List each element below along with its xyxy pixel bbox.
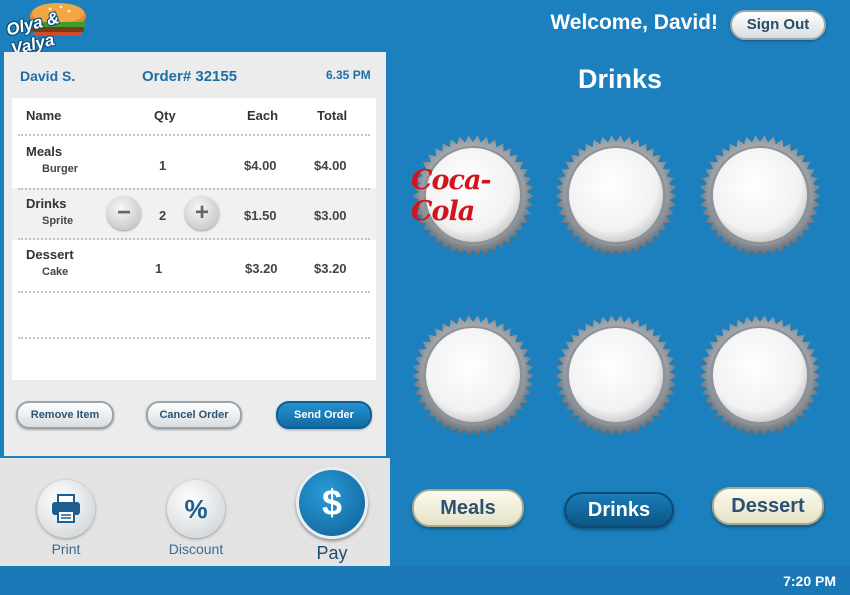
order-number: Order# 32155 [142, 68, 238, 85]
table-row[interactable]: Meals Burger 1 $4.00 $4.00 [12, 136, 376, 188]
category-drinks-button[interactable]: Drinks [564, 492, 674, 528]
column-header-name: Name [26, 108, 62, 123]
bottle-cap-icon [699, 315, 821, 437]
print-label: Print [51, 541, 81, 557]
row-total: $4.00 [314, 158, 347, 173]
bottle-cap-icon [699, 135, 821, 257]
row-qty: 2 [159, 208, 167, 223]
order-panel: David S. Order# 32155 6.35 PM Name Qty E… [4, 52, 386, 456]
send-order-button[interactable]: Send Order [276, 401, 372, 429]
column-header-qty: Qty [154, 108, 176, 123]
bottle-cap-icon [555, 135, 677, 257]
drink-cap[interactable] [698, 134, 822, 258]
table-row[interactable]: Dessert Cake 1 $3.20 $3.20 [12, 241, 376, 293]
status-bar: 7:20 PM [0, 566, 850, 595]
panel-title: Drinks [577, 64, 663, 94]
bottle-cap-icon [555, 315, 677, 437]
row-qty: 1 [155, 261, 163, 276]
drink-cap[interactable] [411, 314, 535, 438]
row-total: $3.00 [314, 208, 347, 223]
plus-icon: + [194, 199, 209, 226]
row-item: Sprite [42, 215, 74, 227]
discount-button[interactable]: % Discount [160, 480, 232, 557]
drink-cap[interactable] [554, 134, 678, 258]
row-category: Meals [26, 144, 63, 159]
row-each: $1.50 [244, 208, 277, 223]
drink-cap-coca-cola[interactable]: Coca-Cola [411, 134, 535, 258]
coca-cola-logo: Coca-Cola [411, 165, 492, 227]
row-item: Cake [42, 266, 69, 278]
row-each: $3.20 [245, 261, 278, 276]
print-button[interactable]: Print [35, 480, 97, 557]
order-time: 6.35 PM [326, 68, 371, 82]
row-item: Burger [42, 163, 79, 175]
column-header-total: Total [317, 108, 348, 123]
clock: 7:20 PM [783, 573, 836, 589]
drink-cap[interactable] [698, 314, 822, 438]
printer-icon [52, 494, 80, 523]
category-meals-button[interactable]: Meals [412, 489, 524, 527]
decrease-qty-button[interactable]: − [107, 196, 141, 230]
row-each: $4.00 [244, 158, 277, 173]
table-row[interactable]: Drinks Sprite − 2 + $1.50 $3.00 [12, 188, 376, 240]
divider [18, 291, 370, 293]
welcome-message: Welcome, David! [550, 11, 718, 34]
remove-item-button[interactable]: Remove Item [16, 401, 114, 429]
app-header: Olya & Valya Welcome, David! Sign Out [0, 0, 850, 59]
category-dessert-button[interactable]: Dessert [712, 487, 824, 525]
customer-name: David S. [20, 68, 76, 84]
divider [18, 337, 370, 339]
pay-button[interactable]: $ Pay [296, 467, 368, 564]
divider [18, 188, 370, 190]
bottom-toolbar: Print % Discount $ Pay [0, 458, 390, 566]
row-qty: 1 [159, 158, 167, 173]
minus-icon: − [116, 199, 131, 226]
brand-logo: Olya & Valya [4, 0, 106, 59]
drink-cap[interactable] [554, 314, 678, 438]
cancel-order-button[interactable]: Cancel Order [146, 401, 242, 429]
dollar-icon: $ [296, 467, 368, 539]
row-total: $3.20 [314, 261, 347, 276]
row-category: Dessert [26, 247, 74, 262]
discount-label: Discount [168, 541, 224, 557]
sign-out-button[interactable]: Sign Out [730, 10, 826, 40]
print-circle [37, 480, 95, 538]
pay-label: Pay [316, 543, 348, 563]
order-table: Name Qty Each Total Meals Burger 1 $4.00… [12, 98, 376, 380]
increase-qty-button[interactable]: + [185, 196, 219, 230]
column-header-each: Each [247, 108, 279, 123]
row-category: Drinks [26, 196, 67, 211]
bottle-cap-icon [412, 315, 534, 437]
percent-icon: % [184, 493, 208, 524]
divider [18, 238, 370, 240]
discount-circle: % [167, 480, 225, 538]
